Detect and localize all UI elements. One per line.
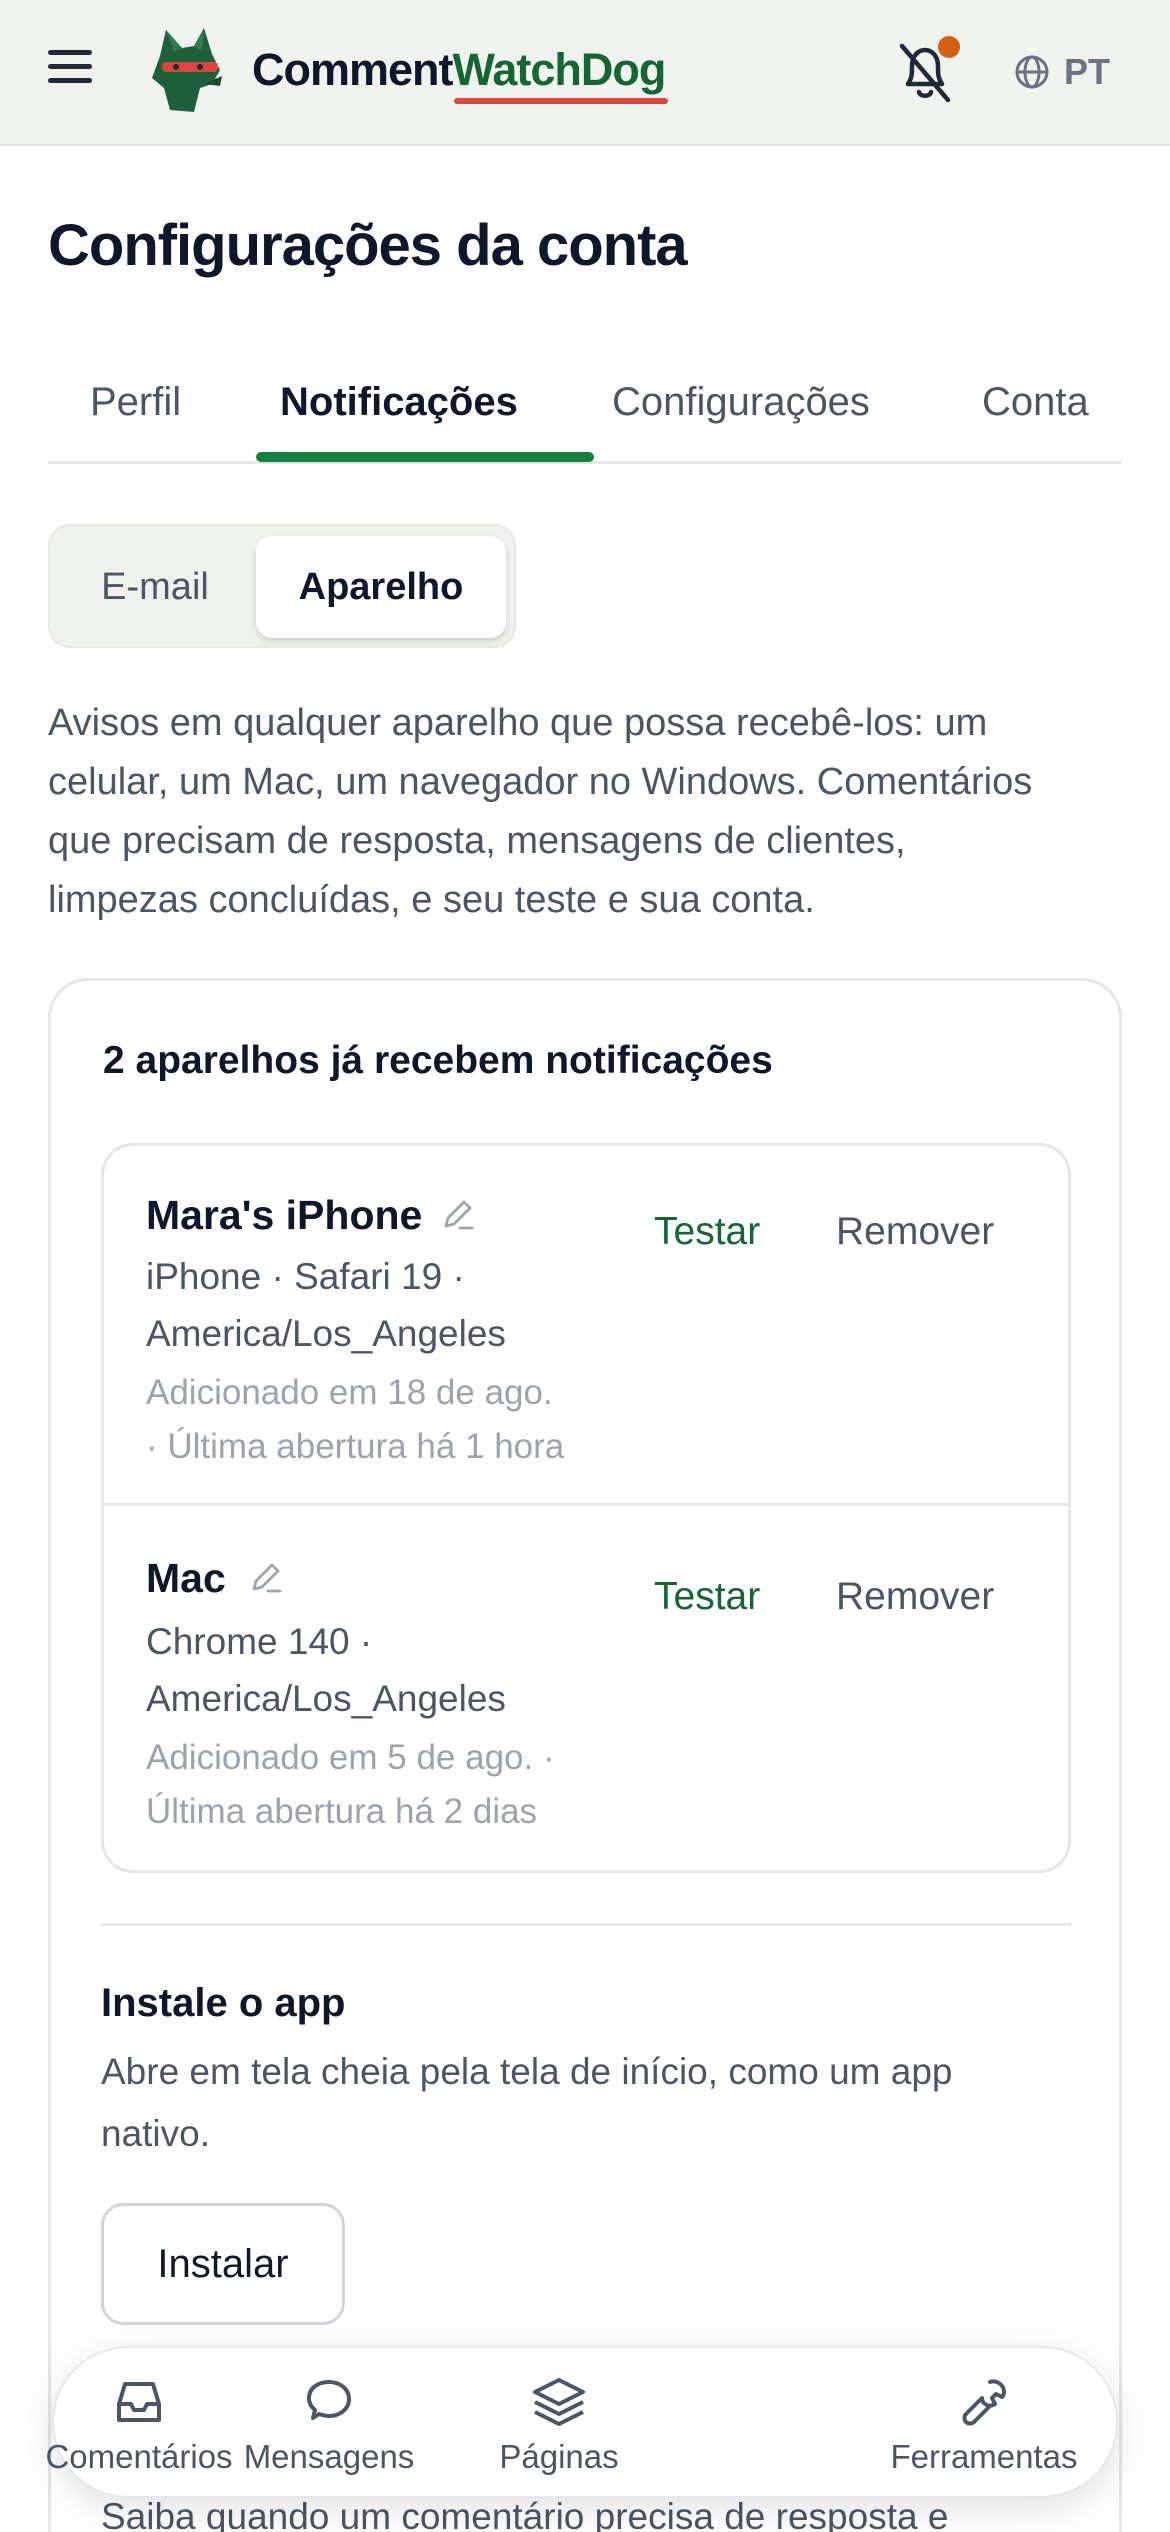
test-device-button[interactable]: Testar (654, 1575, 760, 1619)
page-title: Configurações da conta (48, 213, 688, 278)
language-code: PT (1064, 51, 1111, 92)
language-switcher[interactable]: PT (1014, 50, 1110, 94)
nav-item-messages[interactable]: Mensagens (234, 2348, 424, 2500)
test-device-button[interactable]: Testar (654, 1210, 760, 1254)
tab-settings[interactable]: Configurações (612, 380, 870, 425)
device-meta-line: America/Los_Angeles (146, 1313, 506, 1354)
install-desc-line: nativo. (101, 2113, 211, 2154)
intro-text: Avisos em qualquer aparelho que possa re… (48, 694, 1128, 930)
segment-device[interactable]: Aparelho (256, 536, 506, 638)
device-list: Mara's iPhone iPhone · Safari 19 · Ameri… (101, 1143, 1071, 1873)
intro-line: limpezas concluídas, e seu teste e sua c… (48, 879, 815, 921)
nav-label: Ferramentas (890, 2438, 1078, 2475)
install-desc-line: Abre em tela cheia pela tela de início, … (101, 2051, 953, 2092)
bottom-navigation: Comentários Mensagens Páginas Ferramenta… (45, 2346, 1118, 2500)
device-meta-line: iPhone · Safari 19 · (146, 1256, 465, 1297)
brand-underline (454, 98, 668, 104)
settings-tabs: Perfil Notificações Configurações Conta (48, 360, 1122, 464)
intro-line: celular, um Mac, um navegador no Windows… (48, 761, 1033, 803)
device-meta-line: Chrome 140 · (146, 1621, 373, 1662)
remove-device-button[interactable]: Remover (836, 1210, 994, 1254)
layers-icon (533, 2378, 585, 2426)
inbox-icon (117, 2382, 161, 2422)
chat-bubble-icon (307, 2380, 351, 2420)
install-app-button[interactable]: Instalar (101, 2203, 345, 2325)
devices-card: 2 aparelhos já recebem notificações Mara… (48, 978, 1122, 2532)
device-item: Mara's iPhone iPhone · Safari 19 · Ameri… (104, 1146, 1068, 1506)
device-last-open-line: Última abertura há 2 dias (146, 1792, 538, 1831)
device-name: Mac (146, 1555, 226, 1601)
nav-label: Mensagens (243, 2438, 415, 2475)
devices-card-title: 2 aparelhos já recebem notificações (103, 1039, 773, 1082)
menu-icon-bar (48, 78, 92, 83)
device-last-open-line: · Última abertura há 1 hora (146, 1427, 565, 1466)
menu-button[interactable] (48, 50, 112, 96)
tab-profile[interactable]: Perfil (90, 380, 181, 425)
intro-line: Avisos em qualquer aparelho que possa re… (48, 702, 988, 744)
menu-icon-bar (48, 64, 92, 69)
brand-part-watchdog: WatchDog (452, 44, 667, 95)
nav-label: Comentários (45, 2438, 233, 2475)
active-tab-indicator (256, 452, 594, 462)
tab-notifications[interactable]: Notificações (280, 380, 518, 425)
device-meta: iPhone · Safari 19 · America/Los_Angeles (146, 1248, 646, 1362)
section-divider (101, 1923, 1071, 1926)
app-header: CommentWatchDog PT (0, 0, 1170, 146)
intro-line: que precisam de resposta, mensagens de c… (48, 820, 906, 862)
globe-icon (1015, 55, 1049, 89)
pencil-icon[interactable] (248, 1559, 284, 1595)
device-meta-line: America/Los_Angeles (146, 1678, 506, 1719)
dog-logo-icon (152, 28, 222, 112)
remove-device-button[interactable]: Remover (836, 1575, 994, 1619)
brand-part-comment: Comment (252, 44, 454, 95)
nav-label: Páginas (499, 2438, 619, 2475)
device-meta: Chrome 140 · America/Los_Angeles (146, 1613, 646, 1727)
notification-dot (938, 36, 960, 58)
device-item: Mac Chrome 140 · America/Los_Angeles Adi… (104, 1509, 1068, 1873)
install-app-title: Instale o app (101, 1981, 346, 2025)
device-added-line: Adicionado em 18 de ago. (146, 1373, 553, 1412)
nav-item-tools[interactable]: Ferramentas (884, 2348, 1084, 2500)
tab-account[interactable]: Conta (982, 380, 1089, 425)
menu-icon (48, 50, 92, 55)
device-activity: Adicionado em 5 de ago. · Última abertur… (146, 1731, 626, 1839)
segment-email[interactable]: E-mail (60, 536, 250, 638)
install-app-description: Abre em tela cheia pela tela de início, … (101, 2041, 1041, 2165)
channel-segmented-control: E-mail Aparelho (48, 524, 516, 648)
next-section-description: Saiba quando um comentário precisa de re… (101, 2496, 949, 2532)
pencil-icon[interactable] (440, 1196, 476, 1232)
nav-item-pages[interactable]: Páginas (484, 2348, 634, 2500)
brand-name[interactable]: CommentWatchDog (252, 44, 667, 96)
device-added-line: Adicionado em 5 de ago. · (146, 1738, 555, 1777)
device-activity: Adicionado em 18 de ago. · Última abertu… (146, 1366, 626, 1474)
wrench-icon (962, 2379, 1006, 2426)
nav-item-comments[interactable]: Comentários (45, 2348, 233, 2500)
device-name: Mara's iPhone (146, 1192, 423, 1238)
